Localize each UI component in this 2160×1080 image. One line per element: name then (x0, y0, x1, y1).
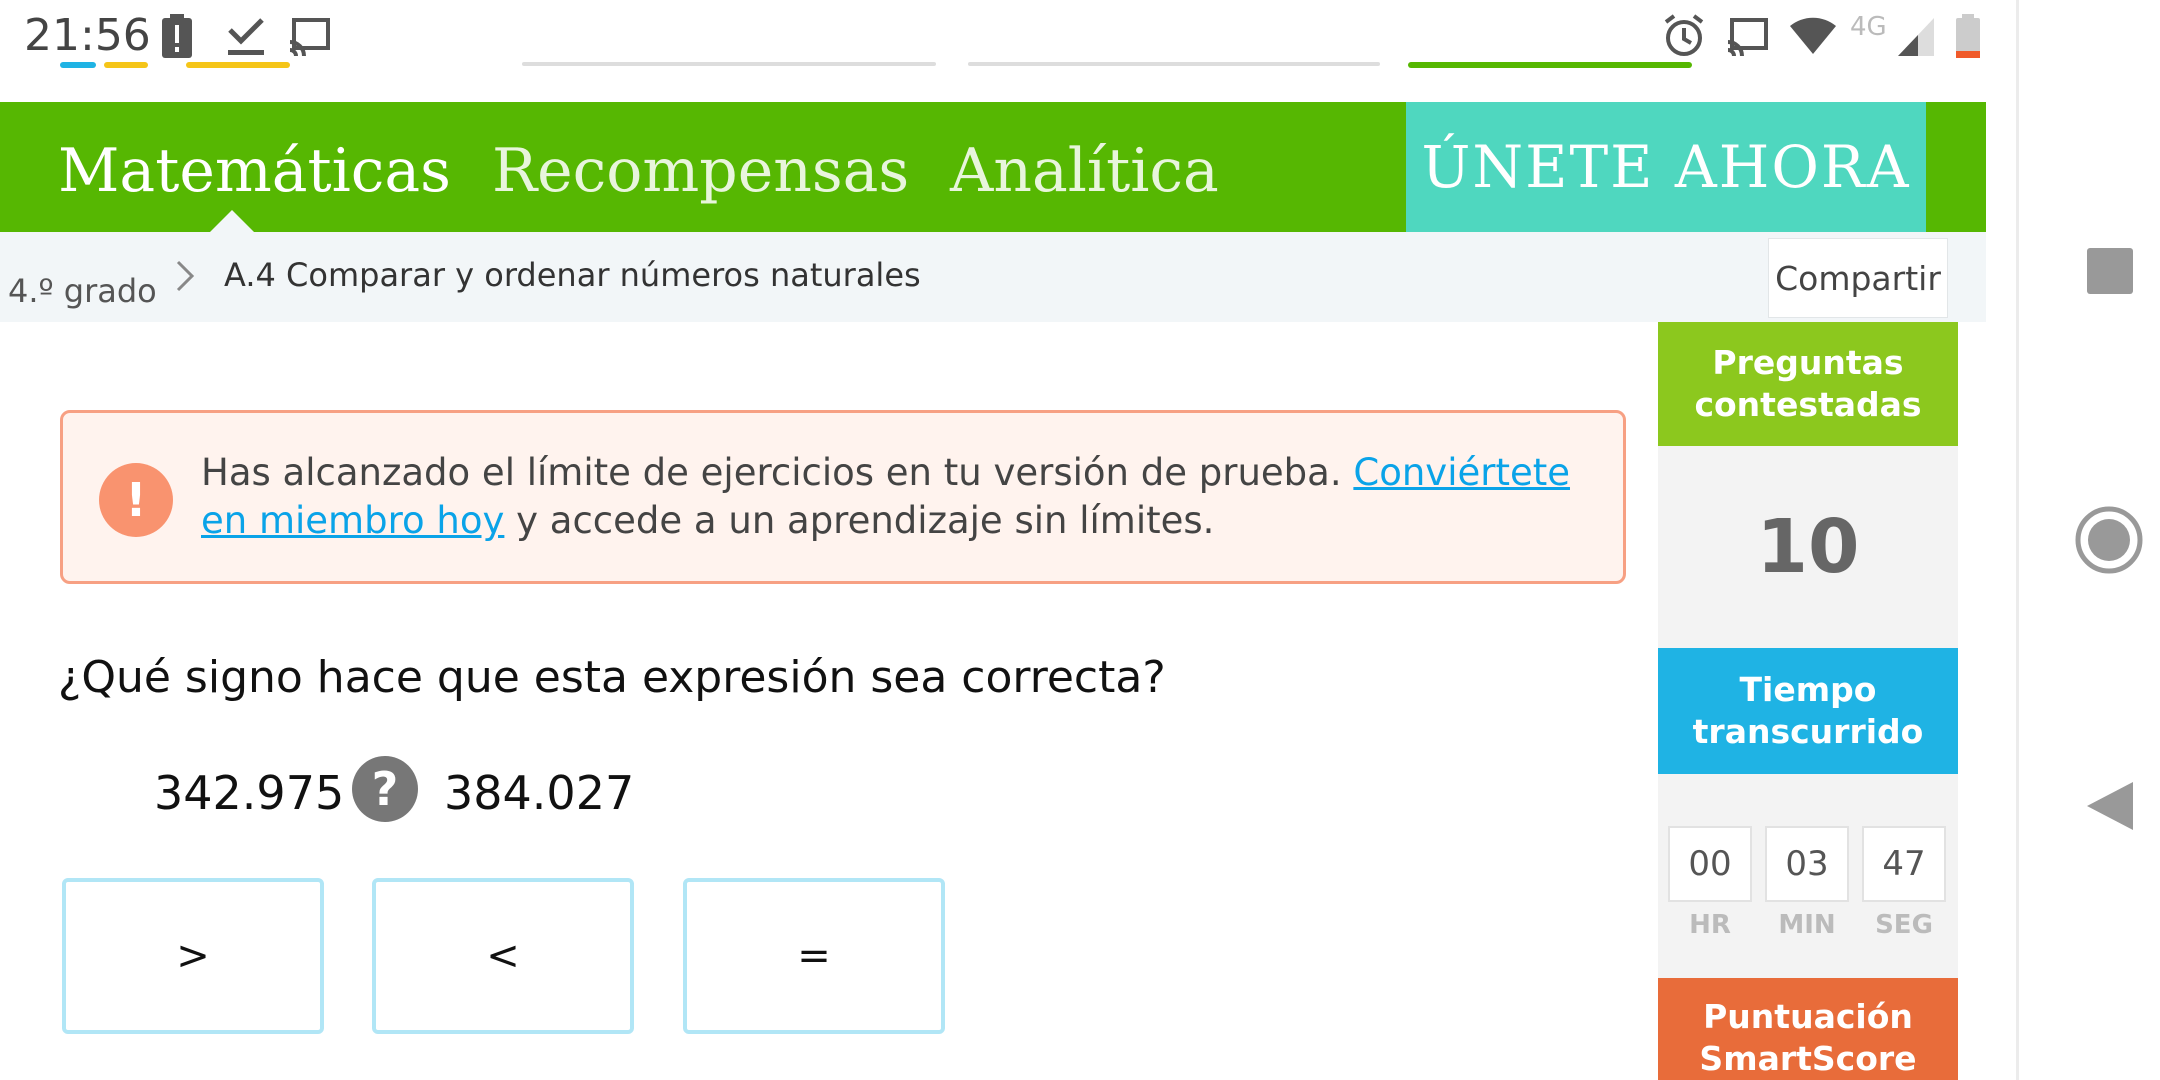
status-bar: 21:56 4G (0, 0, 2020, 72)
elapsed-timer: 00 03 47 HR MIN SEG (1658, 774, 1958, 978)
left-number: 342.975 (154, 766, 345, 820)
cast-icon (1727, 18, 1768, 57)
network-type: 4G (1850, 12, 1887, 42)
peek-tab-1 (60, 62, 96, 68)
cast-icon (289, 18, 330, 57)
time-elapsed-header: Tiempo transcurrido (1658, 648, 1958, 774)
timer-seconds: 47 (1862, 826, 1946, 902)
peek-field-1 (522, 62, 936, 66)
peek-field-2 (968, 62, 1380, 66)
timer-hours: 00 (1668, 826, 1752, 902)
wifi-icon (1790, 17, 1836, 54)
battery-low-icon (1956, 14, 1980, 58)
option-greater-than[interactable]: > (62, 878, 324, 1034)
option-equal[interactable]: = (683, 878, 945, 1034)
recents-icon[interactable] (2087, 248, 2133, 294)
battery-alert-icon (162, 14, 192, 58)
download-done-icon (228, 18, 264, 55)
questions-answered-count: 10 (1658, 446, 1958, 648)
trial-limit-alert: ! Has alcanzado el límite de ejercicios … (60, 410, 1626, 584)
question-prompt: ¿Qué signo hace que esta expresión sea c… (58, 652, 1166, 703)
alert-message: Has alcanzado el límite de ejercicios en… (201, 449, 1591, 545)
breadcrumb-skill: A.4 Comparar y ordenar números naturales (224, 256, 921, 294)
android-nav-bar (2016, 0, 2160, 1080)
timer-minutes-label: MIN (1778, 910, 1836, 940)
timer-minutes: 03 (1765, 826, 1849, 902)
alert-text-after: y accede a un aprendizaje sin límites. (504, 499, 1215, 542)
active-nav-indicator (210, 210, 254, 232)
nav-item-recompensas[interactable]: Recompensas (492, 136, 909, 206)
share-button[interactable]: Compartir (1768, 238, 1948, 318)
alarm-icon (1664, 14, 1704, 56)
timer-seconds-label: SEG (1875, 910, 1933, 940)
questions-answered-header: Preguntas contestadas (1658, 322, 1958, 446)
breadcrumb-grade[interactable]: 4.º grado (8, 272, 157, 310)
back-icon[interactable] (2087, 782, 2133, 830)
timer-hours-label: HR (1689, 910, 1731, 940)
exclamation-icon: ! (99, 463, 173, 537)
smartscore-header: Puntuación SmartScore (1658, 978, 1958, 1080)
right-number: 384.027 (444, 766, 635, 820)
chevron-right-icon (176, 260, 195, 292)
status-time: 21:56 (24, 10, 151, 61)
join-now-button[interactable]: ÚNETE AHORA (1406, 102, 1926, 232)
nav-item-analitica[interactable]: Analítica (950, 136, 1219, 206)
nav-item-matematicas[interactable]: Matemáticas (58, 136, 451, 206)
breadcrumb: 4.º grado A.4 Comparar y ordenar números… (0, 232, 1986, 322)
peek-button (1408, 62, 1692, 68)
question-mark-icon: ? (352, 756, 418, 822)
alert-text-before: Has alcanzado el límite de ejercicios en… (201, 451, 1354, 494)
home-icon[interactable] (2075, 506, 2143, 574)
option-less-than[interactable]: < (372, 878, 634, 1034)
signal-icon (1898, 18, 1934, 56)
peek-tab-3 (186, 62, 290, 68)
peek-tab-2 (104, 62, 148, 68)
main-nav: Matemáticas Recompensas Analítica ÚNETE … (0, 102, 1986, 232)
